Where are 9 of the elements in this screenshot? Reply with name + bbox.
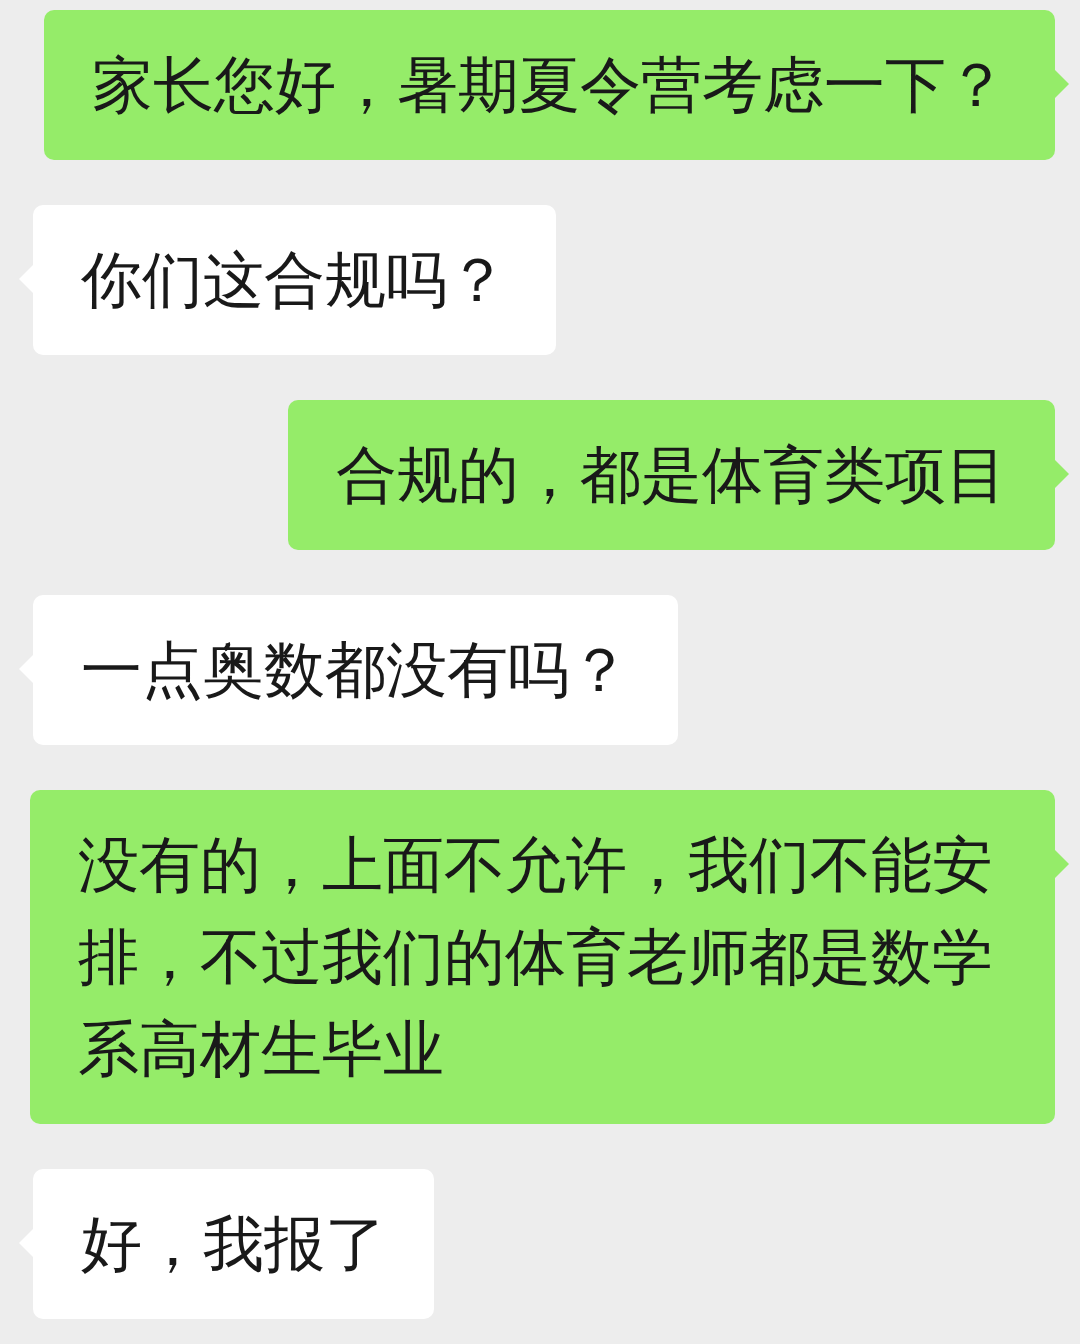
sent-message-bubble: 家长您好，暑期夏令营考虑一下？ [44,10,1055,160]
sent-message-bubble: 合规的，都是体育类项目 [288,400,1055,550]
received-message-bubble: 好，我报了 [33,1169,434,1319]
received-message-bubble: 你们这合规吗？ [33,205,556,355]
sent-message-bubble: 没有的，上面不允许，我们不能安排，不过我们的体育老师都是数学系高材生毕业 [30,790,1055,1124]
received-message-bubble: 一点奥数都没有吗？ [33,595,678,745]
bubble-tail [1055,850,1069,878]
bubble-tail [1055,460,1069,488]
bubble-tail [1055,70,1069,98]
